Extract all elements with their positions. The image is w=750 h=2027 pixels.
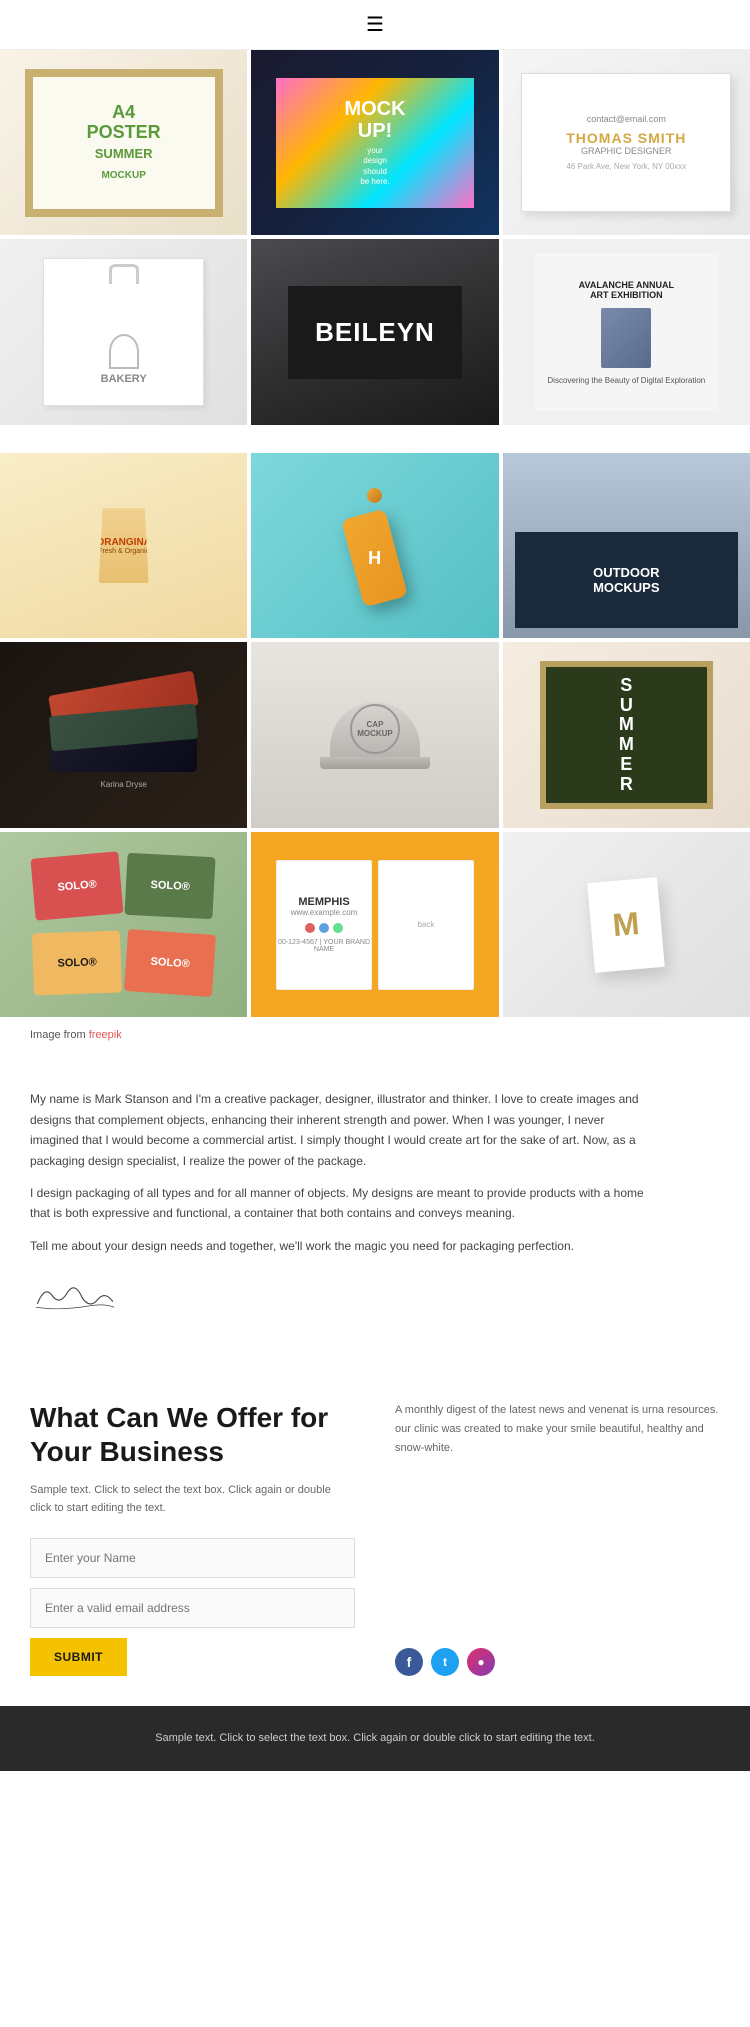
gallery-cell-letter-m[interactable]: M <box>503 832 750 1017</box>
menu-icon[interactable]: ☰ <box>366 12 384 37</box>
gallery-cell-business-card[interactable]: contact@email.com THOMAS SMITH GRAPHIC D… <box>503 50 750 235</box>
gallery-cell-billboard[interactable]: MOCKUP! yourdesignshouldbe here. <box>251 50 498 235</box>
gallery-cell-solo[interactable]: SOLO® SOLO® SOLO® SOLO® <box>0 832 247 1017</box>
freepik-link[interactable]: freepik <box>89 1029 122 1041</box>
signature <box>30 1276 650 1321</box>
freepik-credit: Image from freepik <box>0 1021 750 1049</box>
gallery-cell-cap[interactable]: CAPMOCKUP <box>251 642 498 827</box>
gallery: A4POSTERSUMMERMOCKUP MOCKUP! yourdesigns… <box>0 50 750 1017</box>
about-section: My name is Mark Stanson and I'm a creati… <box>0 1049 680 1361</box>
offer-left: What Can We Offer for Your Business Samp… <box>30 1401 355 1675</box>
offer-right-text: A monthly digest of the latest news and … <box>395 1401 720 1457</box>
about-paragraph-3: Tell me about your design needs and toge… <box>30 1236 650 1256</box>
offer-subtitle: Sample text. Click to select the text bo… <box>30 1482 355 1517</box>
instagram-icon[interactable]: ● <box>467 1648 495 1676</box>
facebook-icon[interactable]: f <box>395 1648 423 1676</box>
gallery-cell-poster[interactable]: A4POSTERSUMMERMOCKUP <box>0 50 247 235</box>
gallery-row-2: BAKERY Beileyn AVALANCHE ANNUALART EXHIB… <box>0 239 750 424</box>
offer-layout: What Can We Offer for Your Business Samp… <box>30 1401 720 1675</box>
offer-section: What Can We Offer for Your Business Samp… <box>0 1361 750 1705</box>
footer: Sample text. Click to select the text bo… <box>0 1706 750 1772</box>
offer-right: A monthly digest of the latest news and … <box>395 1401 720 1675</box>
gallery-cell-bag[interactable]: BAKERY <box>0 239 247 424</box>
header: ☰ <box>0 0 750 50</box>
social-icons: f t ● <box>395 1648 720 1676</box>
gallery-cell-wonderbum[interactable]: WONDERBUM Karina Dryse <box>0 642 247 827</box>
submit-button[interactable]: SUBMIT <box>30 1638 127 1676</box>
gallery-row-5: SOLO® SOLO® SOLO® SOLO® MEMPHIS www.exam… <box>0 832 750 1017</box>
gallery-cell-memphis[interactable]: MEMPHIS www.example.com 00-123-4567 | YO… <box>251 832 498 1017</box>
about-paragraph-2: I design packaging of all types and for … <box>30 1183 650 1224</box>
twitter-icon[interactable]: t <box>431 1648 459 1676</box>
footer-text: Sample text. Click to select the text bo… <box>40 1730 710 1748</box>
gallery-row-1: A4POSTERSUMMERMOCKUP MOCKUP! yourdesigns… <box>0 50 750 235</box>
gallery-row-3: ORANGINA Fresh & Organic H <box>0 453 750 638</box>
gallery-cell-cup[interactable]: ORANGINA Fresh & Organic <box>0 453 247 638</box>
about-paragraph-1: My name is Mark Stanson and I'm a creati… <box>30 1089 650 1171</box>
gallery-cell-store-sign[interactable]: Beileyn <box>251 239 498 424</box>
name-input[interactable] <box>30 1538 355 1578</box>
gallery-cell-outdoor-billboard[interactable]: OUTDOORMOCKUPS <box>503 453 750 638</box>
gallery-cell-phone[interactable]: H <box>251 453 498 638</box>
gallery-row-4: WONDERBUM Karina Dryse CAPMOCKUP <box>0 642 750 827</box>
email-input[interactable] <box>30 1588 355 1628</box>
gallery-cell-summer-poster[interactable]: SUMMER <box>503 642 750 827</box>
offer-title: What Can We Offer for Your Business <box>30 1401 355 1468</box>
gallery-cell-exhibit[interactable]: AVALANCHE ANNUALART EXHIBITION Discoveri… <box>503 239 750 424</box>
